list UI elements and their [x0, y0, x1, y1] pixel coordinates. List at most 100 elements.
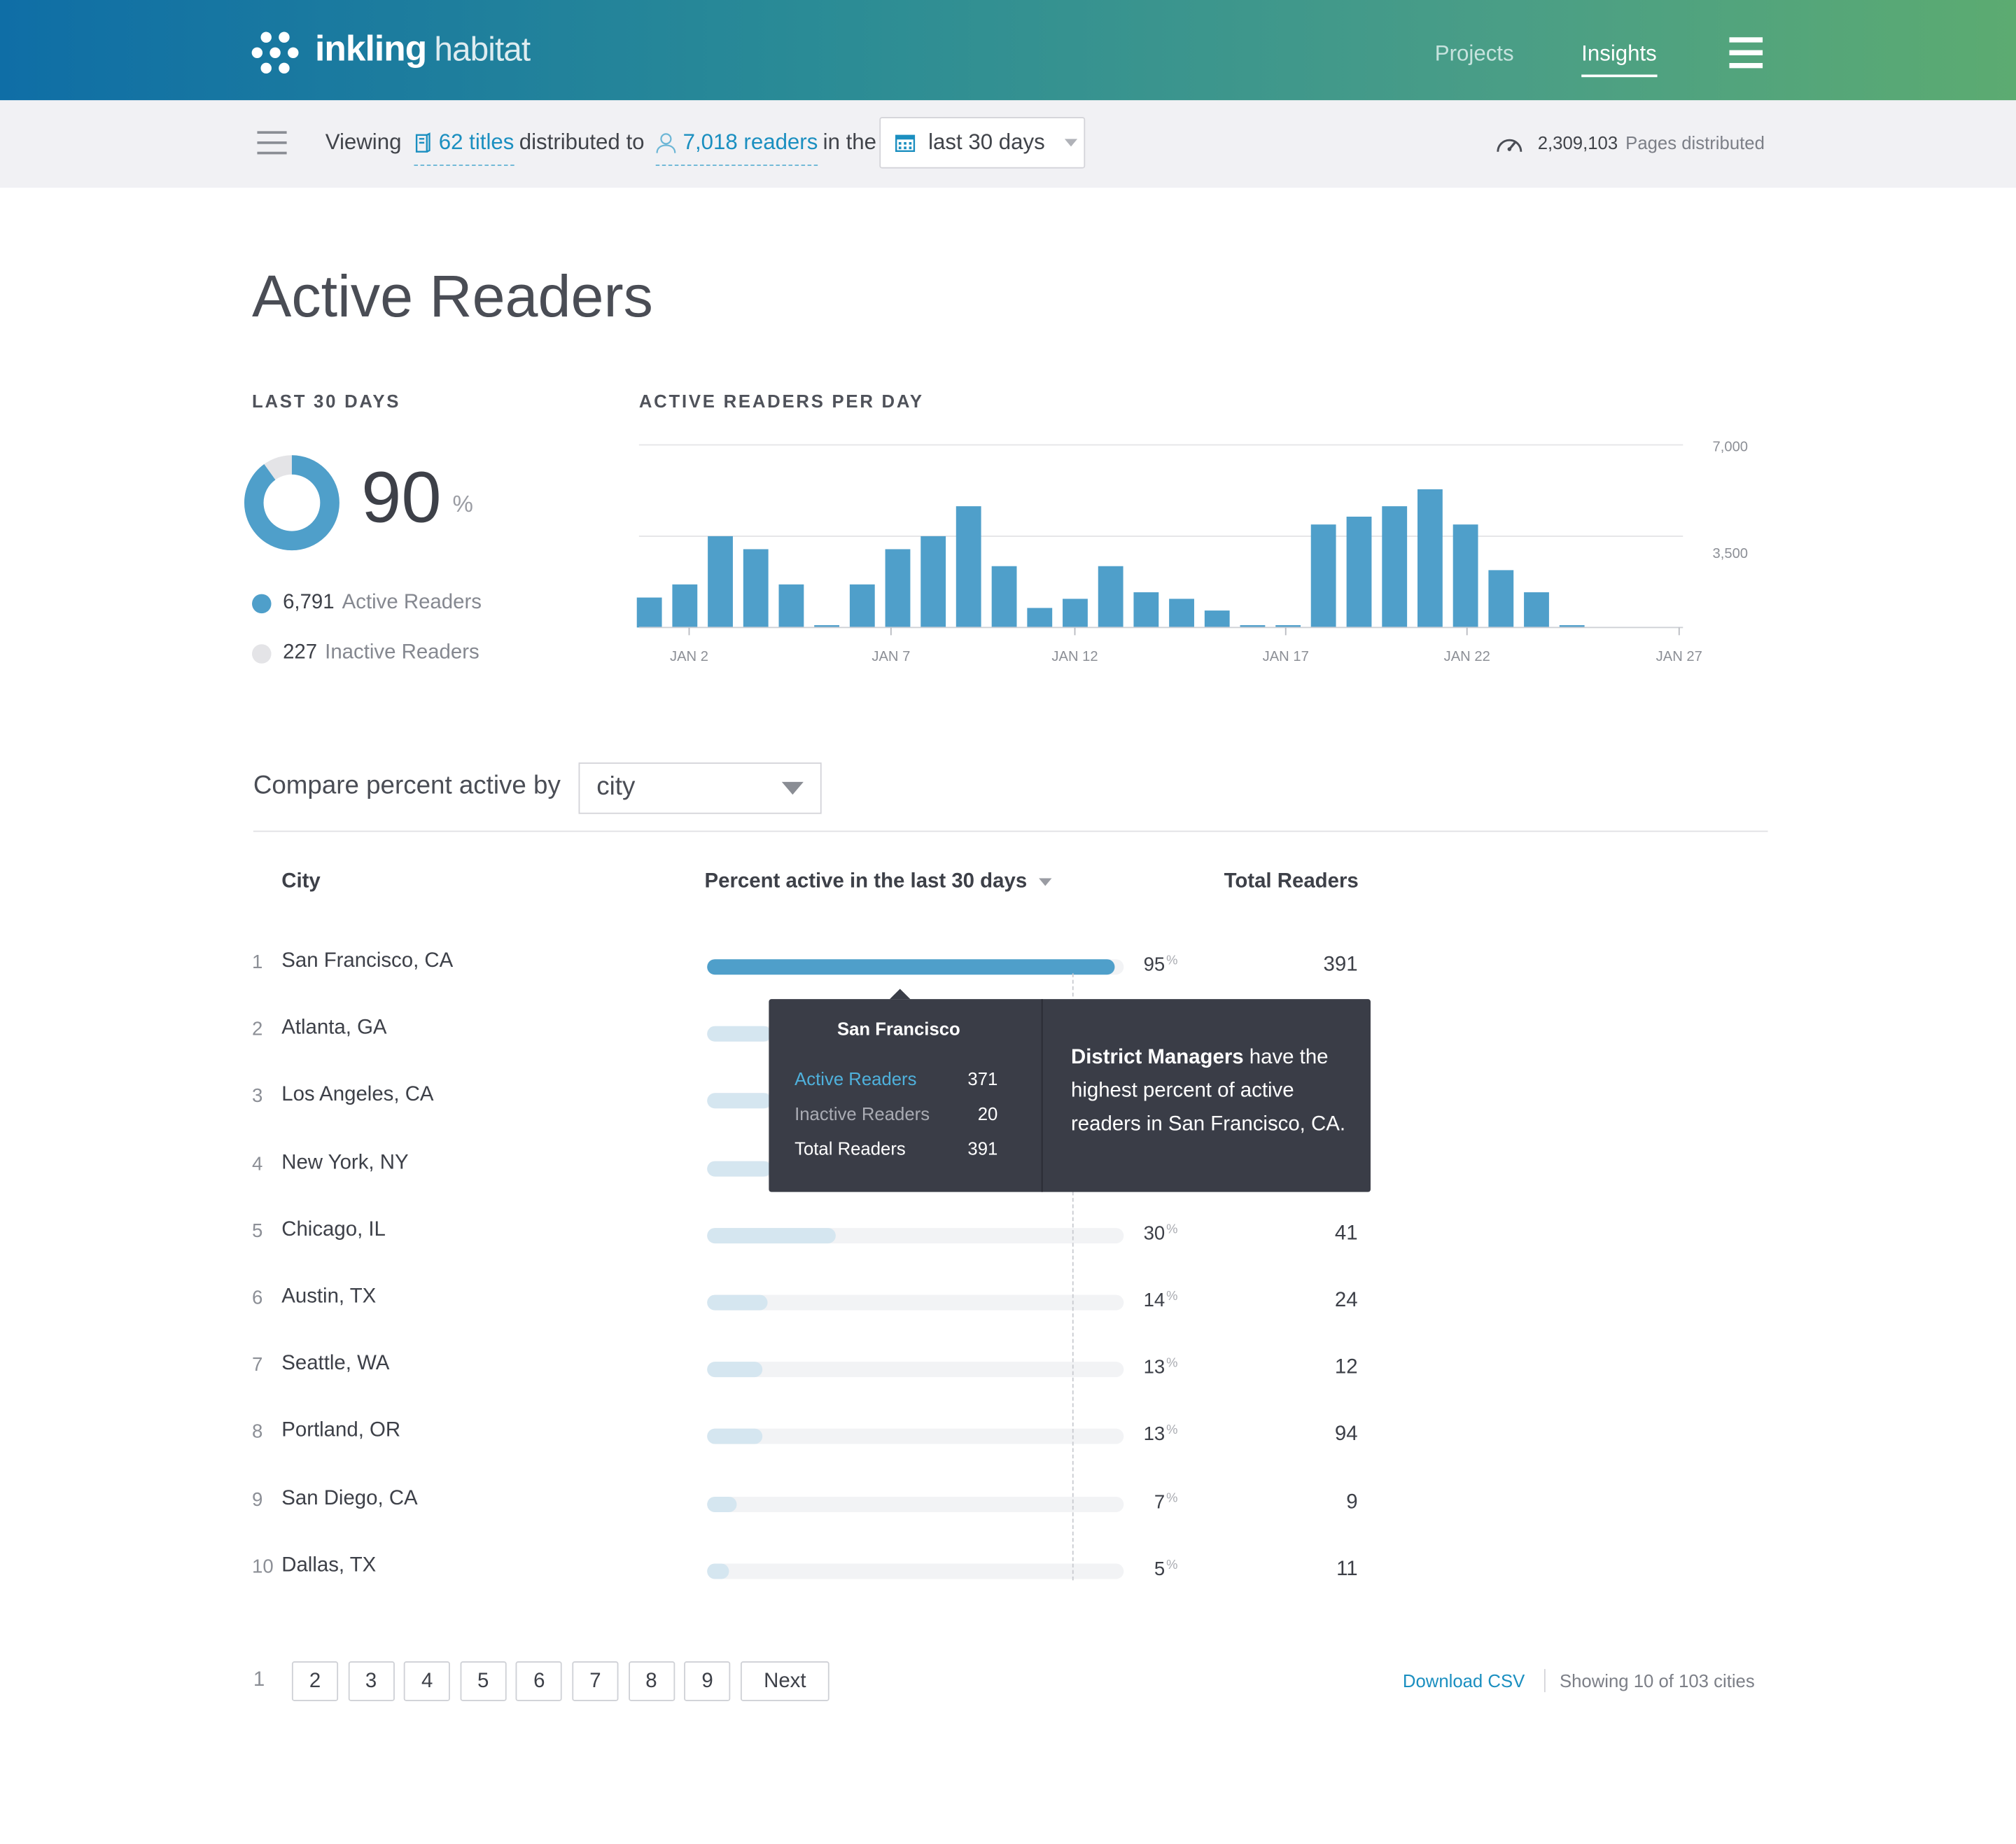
- active-readers-bar-chart: JAN 2 JAN 7 JAN 12 JAN 17 JAN 22 JAN 27 7,000 3…: [636, 440, 1748, 664]
- table-row[interactable]: 7 Seattle, WA 13% 12: [0, 1352, 2016, 1419]
- x-tick-label: JAN 2: [670, 649, 708, 664]
- chart-bar[interactable]: [1063, 599, 1088, 628]
- percent-bar-track: [707, 1496, 1124, 1512]
- chart-bar[interactable]: [920, 536, 946, 628]
- chart-bar[interactable]: [1524, 592, 1549, 628]
- pages-distributed: 2,309,103 Pages distributed: [1494, 130, 1765, 156]
- row-percent-value: 14: [1143, 1290, 1166, 1312]
- row-percent-unit: %: [1166, 1490, 1178, 1506]
- page-button[interactable]: 4: [404, 1661, 451, 1702]
- row-rank: 2: [252, 1019, 263, 1041]
- chart-bar[interactable]: [1382, 506, 1408, 628]
- row-percent: 7%: [1100, 1490, 1178, 1514]
- brand-name[interactable]: inkling habitat: [315, 28, 531, 69]
- readers-filter-link[interactable]: 7,018 readers: [656, 130, 818, 166]
- percent-bar-fill: [707, 1160, 772, 1176]
- next-page-button[interactable]: Next: [740, 1661, 830, 1702]
- percent-bar-fill: [707, 959, 1116, 975]
- chart-bar[interactable]: [778, 584, 804, 628]
- chart-bar[interactable]: [1098, 566, 1124, 628]
- chart-bar[interactable]: [708, 536, 733, 628]
- chart-bar[interactable]: [1169, 599, 1194, 628]
- page-button[interactable]: 2: [291, 1661, 339, 1702]
- page-button[interactable]: 3: [348, 1661, 395, 1702]
- page-button[interactable]: 8: [628, 1661, 675, 1702]
- chart-bar[interactable]: [636, 597, 662, 628]
- row-total: 12: [1334, 1357, 1358, 1379]
- chart-bar[interactable]: [991, 566, 1017, 628]
- row-city: Austin, TX: [281, 1285, 377, 1308]
- page-button[interactable]: 6: [516, 1661, 563, 1702]
- chart-bar[interactable]: [1346, 517, 1372, 628]
- col-header-total[interactable]: Total Readers: [1224, 870, 1359, 893]
- table-row[interactable]: 5 Chicago, IL 30% 41: [0, 1217, 2016, 1285]
- row-total: 11: [1336, 1558, 1358, 1580]
- sidebar-toggle-icon[interactable]: [257, 129, 288, 157]
- donut-active-segment: [244, 455, 340, 551]
- row-percent-unit: %: [1166, 1423, 1178, 1439]
- tooltip-total-row: Total Readers 391: [794, 1138, 997, 1159]
- top-header: [0, 0, 2016, 101]
- page-button[interactable]: 7: [572, 1661, 619, 1702]
- chart-bar[interactable]: [885, 549, 911, 628]
- chart-bar[interactable]: [1310, 524, 1336, 628]
- table-row[interactable]: 10 Dallas, TX 5% 11: [0, 1553, 2016, 1620]
- date-range-select[interactable]: last 30 days: [879, 117, 1086, 169]
- table-row[interactable]: 6 Austin, TX 14% 24: [0, 1285, 2016, 1352]
- chart-bar[interactable]: [1027, 608, 1053, 628]
- chart-bar[interactable]: [955, 506, 981, 628]
- row-percent-unit: %: [1166, 1290, 1178, 1304]
- col-header-city[interactable]: City: [281, 870, 321, 893]
- tooltip-title: San Francisco: [836, 1018, 960, 1040]
- row-rank: 9: [252, 1488, 263, 1511]
- chart-bar[interactable]: [743, 549, 769, 628]
- row-percent-value: 7: [1154, 1490, 1166, 1514]
- viewing-label: Viewing: [325, 130, 402, 155]
- chart-bar[interactable]: [1488, 570, 1514, 628]
- chart-bar[interactable]: [1133, 592, 1159, 628]
- download-csv-link[interactable]: Download CSV: [1403, 1670, 1525, 1691]
- table-row[interactable]: 9 San Diego, CA 7% 9: [0, 1486, 2016, 1553]
- date-range-value: last 30 days: [928, 130, 1045, 155]
- inactive-count: 227: [283, 641, 318, 664]
- col-header-percent[interactable]: Percent active in the last 30 days: [705, 870, 1052, 893]
- row-percent-unit: %: [1166, 1222, 1178, 1237]
- x-tick-label: JAN 12: [1051, 649, 1098, 664]
- percent-active-value: 90: [361, 456, 442, 538]
- chart-bar[interactable]: [1418, 489, 1443, 628]
- active-legend-dot: [252, 593, 272, 613]
- tooltip-insight-bold: District Managers: [1071, 1047, 1244, 1069]
- percent-bar-fill: [707, 1496, 738, 1512]
- percent-sign: %: [452, 491, 473, 517]
- row-percent: 13%: [1100, 1423, 1178, 1446]
- inkling-logo-icon[interactable]: [251, 29, 300, 76]
- page-button[interactable]: 5: [460, 1661, 507, 1702]
- chart-bar[interactable]: [1204, 610, 1230, 628]
- titles-filter-link[interactable]: 62 titles: [414, 130, 514, 166]
- chart-bar[interactable]: [849, 584, 875, 628]
- hamburger-menu-icon[interactable]: [1729, 36, 1763, 69]
- row-percent-value: 13: [1143, 1423, 1166, 1446]
- chart-bar[interactable]: [1452, 524, 1478, 628]
- row-percent: 13%: [1100, 1357, 1178, 1379]
- nav-insights[interactable]: Insights: [1581, 41, 1657, 78]
- row-percent-value: 13: [1143, 1357, 1166, 1379]
- row-city: San Diego, CA: [281, 1487, 418, 1509]
- row-city: Chicago, IL: [281, 1218, 386, 1241]
- row-rank: 3: [252, 1085, 263, 1108]
- row-percent-value: 95: [1143, 954, 1166, 977]
- row-percent: 5%: [1100, 1558, 1178, 1580]
- row-percent-value: 30: [1143, 1222, 1166, 1245]
- tooltip-active-row: Active Readers 371: [794, 1068, 997, 1089]
- page-button[interactable]: 9: [684, 1661, 731, 1702]
- compare-by-select[interactable]: city: [578, 762, 822, 814]
- footer-separator: [1544, 1669, 1546, 1693]
- titles-link-text: 62 titles: [438, 130, 514, 155]
- nav-projects[interactable]: Projects: [1435, 41, 1514, 67]
- chart-bar[interactable]: [672, 584, 698, 628]
- table-row[interactable]: 8 Portland, OR 13% 94: [0, 1419, 2016, 1486]
- pages-count: 2,309,103: [1537, 132, 1618, 153]
- tooltip-inactive-label: Inactive Readers: [794, 1103, 930, 1124]
- tooltip-divider: [1041, 999, 1043, 1192]
- inactive-label: Inactive Readers: [325, 641, 479, 664]
